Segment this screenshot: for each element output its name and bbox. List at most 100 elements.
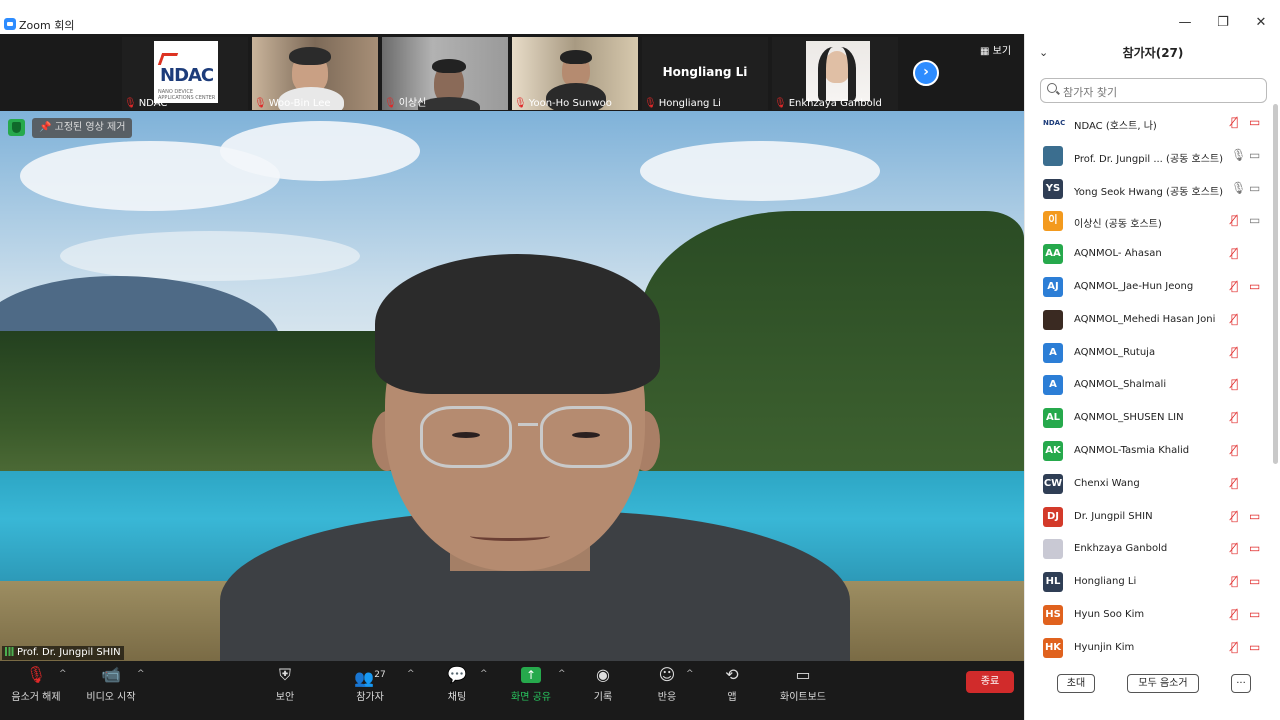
participant-name: AQNMOL_Rutuja — [1074, 346, 1156, 358]
tile-center-name: Hongliang Li — [662, 65, 748, 79]
window-title: Zoom 회의 — [19, 19, 75, 32]
apps-button[interactable]: ⟲ 앱 — [718, 665, 746, 703]
reactions-caret[interactable]: ^ — [686, 669, 694, 679]
mic-muted-icon: 🎙 — [644, 98, 657, 109]
participant-list: NDAC NDAC (호스트, 나) 🎙̸ ▭ Prof. Dr. Jungpil ..… — [1025, 110, 1273, 660]
camera-off-icon: ▭ — [1249, 508, 1261, 523]
video-tile[interactable]: 🎙 Enkhzaya Ganbold — [772, 37, 898, 110]
unmute-button[interactable]: 🎙 음소거 해제 — [10, 665, 62, 703]
participant-row[interactable]: A AQNMOL_Rutuja 🎙̸ — [1025, 340, 1273, 372]
participant-row[interactable]: A AQNMOL_Shalmali 🎙̸ — [1025, 372, 1273, 404]
participant-row[interactable]: DJ Dr. Jungpil SHIN 🎙̸ ▭ — [1025, 504, 1273, 536]
video-options-caret[interactable]: ^ — [137, 669, 145, 679]
mic-muted-icon: 🎙 — [774, 98, 787, 109]
participant-row[interactable]: Prof. Dr. Jungpil ... (공동 호스트) 🎙 ▭ — [1025, 143, 1273, 175]
view-button[interactable]: ▦ 보기 — [980, 42, 1011, 57]
participant-row[interactable]: AL AQNMOL_SHUSEN LIN 🎙̸ — [1025, 405, 1273, 437]
end-meeting-button[interactable]: 종료 — [966, 671, 1014, 693]
meeting-area: NDAC NANO DEVICE APPLICATIONS CENTER 🎙 ND… — [0, 34, 1024, 720]
more-options-button[interactable]: ··· — [1231, 674, 1251, 693]
participant-row[interactable]: HK Hyunjin Kim 🎙̸ ▭ — [1025, 635, 1273, 660]
avatar: A — [1043, 342, 1063, 363]
mic-muted-icon: 🎙̸ — [1231, 508, 1239, 523]
participant-name: Hyunjin Kim — [1074, 641, 1135, 653]
audio-options-caret[interactable]: ^ — [59, 669, 67, 679]
video-tile[interactable]: NDAC NANO DEVICE APPLICATIONS CENTER 🎙 ND… — [122, 37, 248, 110]
security-button[interactable]: ⛨ 보안 — [268, 665, 302, 703]
mute-all-button[interactable]: 모두 음소거 — [1127, 674, 1199, 693]
video-tile[interactable]: Hongliang Li 🎙 Hongliang Li — [642, 37, 768, 110]
mic-muted-icon: 🎙̸ — [1231, 443, 1239, 457]
close-button[interactable]: ✕ — [1251, 14, 1271, 32]
mic-muted-icon: 🎙 — [25, 665, 47, 684]
share-caret[interactable]: ^ — [558, 669, 566, 679]
record-icon: ◉ — [596, 665, 610, 684]
mic-muted-icon: 🎙 — [254, 98, 267, 109]
participant-name: Hyun Soo Kim — [1074, 609, 1145, 620]
participant-name: AQNMOL-Tasmia Khalid — [1074, 445, 1190, 456]
video-tile[interactable]: 🎙 Yoon-Ho Sunwoo — [512, 37, 638, 110]
camera-off-icon: ▭ — [1249, 115, 1261, 129]
mic-muted-icon: 🎙̸ — [1231, 311, 1239, 326]
mic-muted-icon: 🎙̸ — [1231, 410, 1239, 425]
avatar: HL — [1043, 572, 1063, 593]
participant-row[interactable]: HL Hongliang Li 🎙̸ ▭ — [1025, 569, 1273, 601]
participant-row[interactable]: AJ AQNMOL_Jae-Hun Jeong 🎙̸ ▭ — [1025, 274, 1273, 306]
participant-search-input[interactable]: 참가자 찾기 — [1040, 78, 1267, 103]
participants-icon: 👥27 — [354, 668, 386, 688]
share-screen-icon: ↑ — [521, 667, 541, 683]
camera-icon: ▭ — [1249, 180, 1261, 195]
invite-button[interactable]: 초대 — [1057, 674, 1095, 693]
participant-name: Chenxi Wang — [1074, 477, 1140, 489]
participant-row[interactable]: AA AQNMOL- Ahasan 🎙̸ — [1025, 241, 1273, 273]
mic-muted-icon: 🎙̸ — [1231, 115, 1239, 129]
panel-title: 참가자(27) — [1122, 46, 1184, 60]
main-video[interactable]: 📌 고정된 영상 제거 Prof. Dr. Jungpil SHIN — [0, 111, 1024, 661]
participant-name: Dr. Jungpil SHIN — [1074, 510, 1153, 522]
mic-muted-icon: 🎙̸ — [1231, 213, 1239, 228]
camera-icon: ▭ — [1249, 213, 1261, 228]
ndac-logo: NDAC NANO DEVICE APPLICATIONS CENTER — [154, 41, 218, 103]
participant-name: AQNMOL- Ahasan — [1074, 248, 1162, 260]
start-video-button[interactable]: 📹 비디오 시작 — [84, 665, 138, 703]
mic-muted-icon: 🎙̸ — [1231, 639, 1239, 654]
mic-icon: 🎙 — [1231, 180, 1247, 195]
whiteboard-button[interactable]: ▭ 화이트보드 — [776, 665, 830, 703]
title-bar: Zoom 회의 — ❐ ✕ — [0, 0, 1280, 34]
chat-button[interactable]: 💬 채팅 — [440, 665, 474, 703]
participant-name: AQNMOL_Jae-Hun Jeong — [1074, 281, 1194, 292]
video-tile[interactable]: 🎙 이상신 — [382, 37, 508, 110]
restore-button[interactable]: ❐ — [1213, 14, 1233, 32]
participant-row[interactable]: 이 이상신 (공동 호스트) 🎙̸ ▭ — [1025, 208, 1273, 240]
unpin-video-button[interactable]: 📌 고정된 영상 제거 — [32, 118, 133, 138]
minimize-button[interactable]: — — [1175, 14, 1195, 32]
share-screen-button[interactable]: ↑ 화면 공유 — [508, 665, 554, 703]
participant-row[interactable]: AK AQNMOL-Tasmia Khalid 🎙̸ — [1025, 438, 1273, 470]
mic-muted-icon: 🎙̸ — [1231, 574, 1239, 589]
participants-caret[interactable]: ^ — [407, 669, 415, 679]
camera-off-icon: ▭ — [1249, 574, 1261, 589]
camera-off-icon: ▭ — [1249, 607, 1261, 621]
encryption-shield-icon[interactable] — [8, 119, 25, 136]
participant-row[interactable]: YS Yong Seok Hwang (공동 호스트) 🎙 ▭ — [1025, 176, 1273, 208]
next-page-icon[interactable]: › — [913, 60, 939, 86]
video-off-icon: 📹 — [101, 665, 121, 684]
participant-row[interactable]: HS Hyun Soo Kim 🎙̸ ▭ — [1025, 602, 1273, 634]
participant-row[interactable]: Enkhzaya Ganbold 🎙̸ ▭ — [1025, 536, 1273, 568]
participant-list-scrollbar[interactable] — [1273, 104, 1278, 464]
avatar: NDAC — [1043, 113, 1065, 133]
participant-row[interactable]: CW Chenxi Wang 🎙̸ — [1025, 471, 1273, 503]
avatar — [1043, 309, 1063, 330]
meeting-toolbar: 🎙 음소거 해제 ^ 📹 비디오 시작 ^ ⛨ 보안 👥27 참가자 ^ 💬 채… — [0, 661, 1024, 720]
record-button[interactable]: ◉ 기록 — [588, 665, 618, 703]
tile-name: Enkhzaya Ganbold — [788, 98, 882, 109]
chat-caret[interactable]: ^ — [480, 669, 488, 679]
video-tile[interactable]: 🎙 Woo-Bin Lee — [252, 37, 378, 110]
participant-name: NDAC (호스트, 나) — [1074, 121, 1157, 132]
participants-button[interactable]: 👥27 참가자 — [350, 665, 390, 703]
avatar: A — [1043, 375, 1063, 396]
reactions-button[interactable]: ☺ 반응 — [652, 665, 682, 703]
participant-row[interactable]: NDAC NDAC (호스트, 나) 🎙̸ ▭ — [1025, 110, 1273, 142]
mic-icon: 🎙 — [1231, 147, 1247, 162]
participant-row[interactable]: AQNMOL_Mehedi Hasan Joni 🎙̸ — [1025, 307, 1273, 339]
